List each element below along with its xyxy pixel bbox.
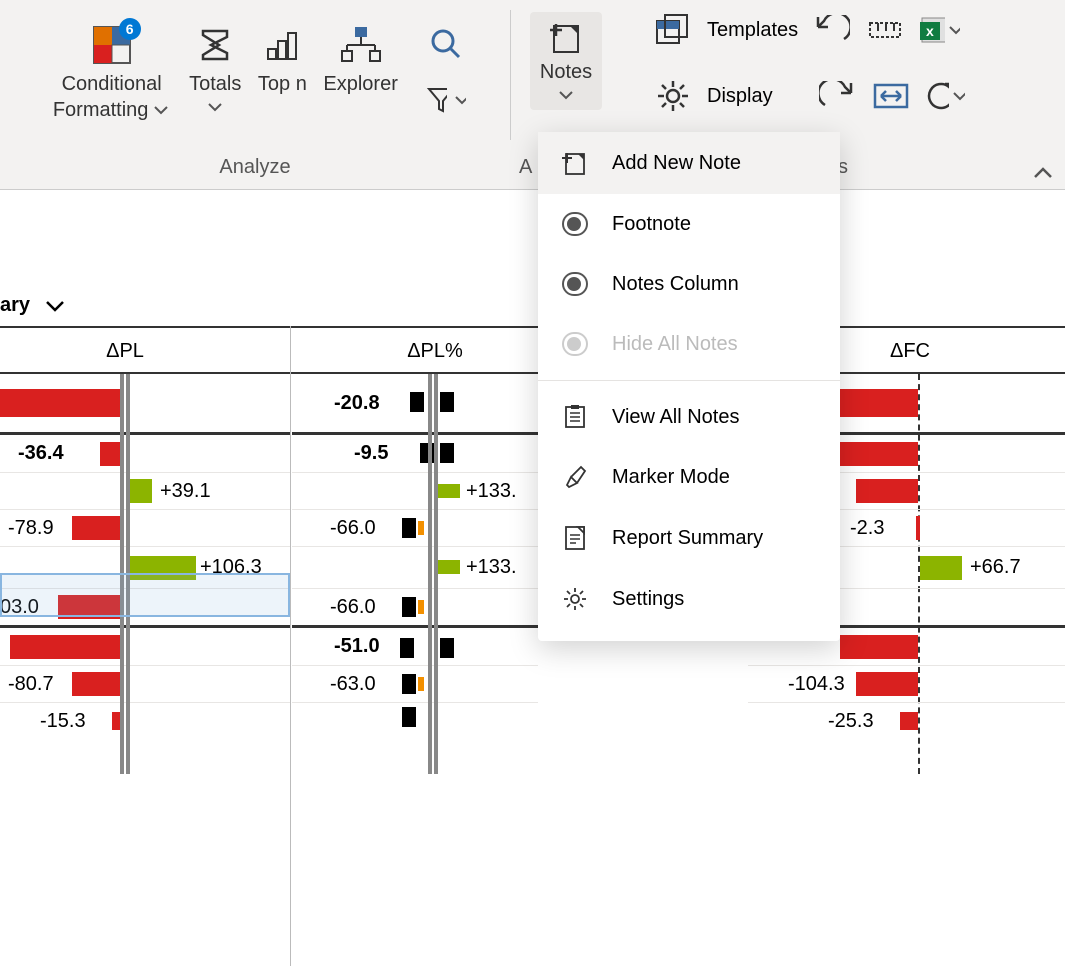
settings-item[interactable]: Settings [538,569,840,629]
column-header-plp: ΔPL% [395,340,475,363]
toggle-icon [562,272,588,296]
analyze-group-label: Analyze [0,156,510,179]
axis [428,374,438,774]
notes-dropdown: Add New Note Footnote Notes Column Hide … [538,132,840,641]
redo-icon [819,81,855,111]
add-new-note-item[interactable]: Add New Note [538,132,840,194]
templates-icon-button[interactable] [653,10,693,50]
undo-icon [814,15,850,45]
topn-button[interactable]: Top n [251,16,313,100]
ruler-icon [868,15,904,45]
column-divider [290,326,291,966]
column-header-pl: ΔPL [85,340,165,363]
toggle-icon [562,332,588,356]
topn-icon [264,27,300,63]
templates-icon [655,13,691,47]
refresh-icon [925,81,950,111]
note-add-icon [562,150,588,176]
notes-column-toggle-item[interactable]: Notes Column [538,254,840,314]
report-summary-item[interactable]: Report Summary [538,507,840,569]
gear-icon [656,79,690,113]
axis [120,374,130,774]
footnote-toggle-item[interactable]: Footnote [538,194,840,254]
filter-icon [426,85,447,115]
search-button[interactable] [426,24,466,64]
analyze-group: 6 Conditional Formatting Totals Top n Ex… [0,0,510,189]
marker-mode-item[interactable]: Marker Mode [538,447,840,507]
view-all-notes-item[interactable]: View All Notes [538,387,840,447]
svg-text:x: x [926,23,934,39]
column-header-fc: ΔFC [870,340,950,363]
summary-toggle[interactable]: ary [0,294,66,317]
explorer-button[interactable]: Explorer [317,16,403,100]
display-gear-button[interactable] [653,76,693,116]
refresh-button[interactable] [925,76,965,116]
excel-icon: x [920,14,945,46]
gear-icon [563,587,587,611]
totals-button[interactable]: Totals [183,16,247,120]
notes-button[interactable]: Notes [530,12,602,110]
display-label[interactable]: Display [707,85,773,108]
stretch-button[interactable] [871,76,911,116]
hide-all-notes-item: Hide All Notes [538,314,840,374]
explorer-icon [341,25,381,65]
ribbon-toolbar: 6 Conditional Formatting Totals Top n Ex… [0,0,1065,190]
excel-button[interactable]: x [920,10,960,50]
document-icon [564,525,586,551]
search-icon [429,27,463,61]
redo-button[interactable] [817,76,857,116]
marker-icon [563,465,587,489]
conditional-formatting-badge: 6 [119,18,141,40]
templates-label[interactable]: Templates [707,19,798,42]
notes-icon [548,20,584,56]
list-icon [564,405,586,429]
chevron-down-icon [44,295,66,317]
sigma-icon [197,27,233,63]
conditional-formatting-button[interactable]: 6 Conditional Formatting [44,16,179,126]
collapse-ribbon-icon[interactable] [1031,163,1055,183]
toggle-icon [562,212,588,236]
filter-button[interactable] [426,80,466,120]
undo-button[interactable] [812,10,852,50]
ruler-button[interactable] [866,10,906,50]
stretch-icon [873,81,909,111]
dropdown-divider [538,380,840,381]
